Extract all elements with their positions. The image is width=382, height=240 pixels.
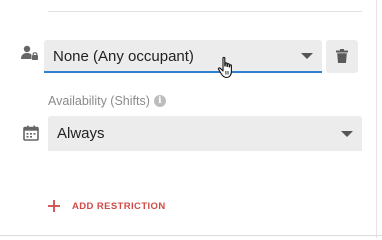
- divider: [48, 11, 362, 12]
- restriction-panel: None (Any occupant) Availability (Shifts…: [0, 0, 382, 238]
- occupant-select[interactable]: None (Any occupant): [44, 40, 322, 73]
- bottom-divider: [0, 235, 382, 236]
- hand-pointer-cursor-icon: [217, 56, 232, 79]
- availability-label: Availability (Shifts) i: [48, 94, 166, 108]
- delete-button[interactable]: [326, 40, 358, 73]
- trash-icon: [336, 49, 348, 63]
- person-lock-icon: [21, 45, 38, 60]
- add-restriction-label: ADD RESTRICTION: [72, 200, 166, 212]
- calendar-icon: [23, 125, 39, 141]
- caret-down-icon: [301, 53, 313, 59]
- add-restriction-button[interactable]: ADD RESTRICTION: [48, 197, 166, 215]
- info-icon[interactable]: i: [153, 95, 166, 107]
- availability-label-text: Availability (Shifts): [48, 94, 150, 108]
- panel-border: [376, 0, 377, 238]
- occupant-select-value: None (Any occupant): [53, 48, 194, 65]
- availability-select[interactable]: Always: [48, 116, 362, 151]
- availability-select-value: Always: [57, 125, 105, 142]
- caret-down-icon: [341, 131, 353, 137]
- plus-icon: [48, 200, 60, 212]
